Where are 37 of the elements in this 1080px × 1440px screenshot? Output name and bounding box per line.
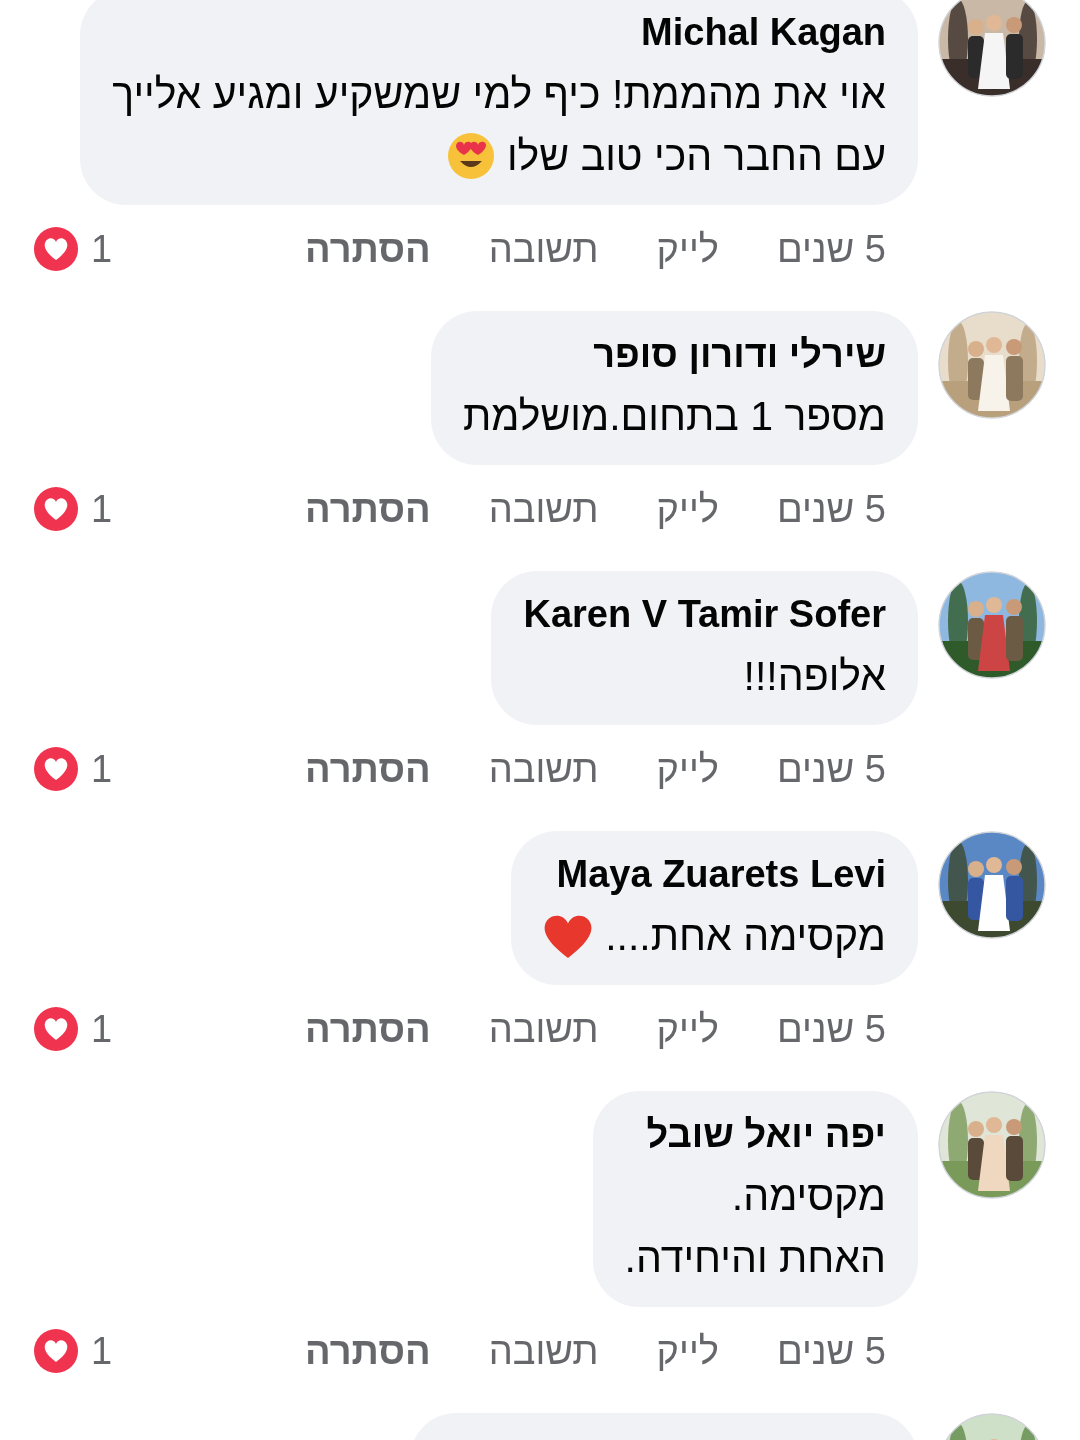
comment-text: אלופה!!!: [743, 652, 886, 701]
comment-time[interactable]: 5 שנים: [776, 1322, 886, 1380]
hide-link[interactable]: הסתרה: [305, 740, 431, 798]
comment-text: אוי את מהממת! כיף למי שמשקיע ומגיע אלייך: [112, 70, 886, 119]
reaction-count: 1: [91, 746, 113, 792]
hide-link[interactable]: הסתרה: [305, 1322, 431, 1380]
comment-text: עם החבר הכי טוב שלו: [506, 132, 886, 181]
reply-link[interactable]: תשובה: [488, 1322, 599, 1380]
comment-author[interactable]: Maya Zuarets Levi: [543, 843, 886, 905]
reaction-count: 1: [91, 1328, 113, 1374]
comment-text: מקסימה.: [731, 1172, 886, 1221]
reaction-count: 1: [91, 1006, 113, 1052]
comment-author[interactable]: שירלי ודורון סופר: [463, 323, 886, 385]
comment-time[interactable]: 5 שנים: [776, 220, 886, 278]
comment-author[interactable]: Karen V Tamir Sofer: [523, 583, 886, 645]
like-link[interactable]: לייק: [656, 740, 719, 798]
reaction-count: 1: [91, 486, 113, 532]
hide-link[interactable]: הסתרה: [305, 480, 431, 538]
like-link[interactable]: לייק: [656, 1000, 719, 1058]
like-link[interactable]: לייק: [656, 480, 719, 538]
hide-link[interactable]: הסתרה: [305, 220, 431, 278]
comment-time[interactable]: 5 שנים: [776, 480, 886, 538]
comment-text: מספר 1 בתחום.מושלמת: [463, 392, 886, 441]
like-link[interactable]: לייק: [656, 1322, 719, 1380]
comment-text: האחת והיחידה.: [624, 1234, 886, 1283]
comment-time[interactable]: 5 שנים: [776, 740, 886, 798]
reply-link[interactable]: תשובה: [488, 1000, 599, 1058]
reply-link[interactable]: תשובה: [488, 480, 599, 538]
reply-link[interactable]: תשובה: [488, 740, 599, 798]
comment-author[interactable]: Michal Kagan: [112, 1, 886, 63]
comment-text: מקסימה אחת....: [605, 912, 886, 961]
reply-link[interactable]: תשובה: [488, 220, 599, 278]
reaction-count: 1: [91, 226, 113, 272]
comment-time[interactable]: 5 שנים: [776, 1000, 886, 1058]
comment-author[interactable]: יפה יואל שובל: [624, 1103, 886, 1165]
hide-link[interactable]: הסתרה: [305, 1000, 431, 1058]
like-link[interactable]: לייק: [656, 220, 719, 278]
